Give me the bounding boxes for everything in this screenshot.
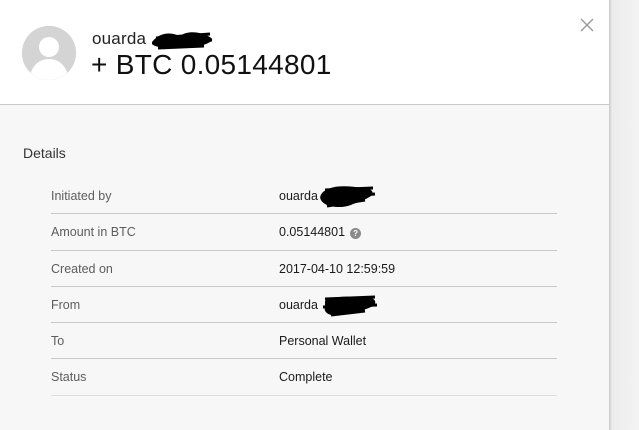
transaction-amount: + BTC 0.05144801 <box>91 49 332 80</box>
detail-row-status: Status Complete <box>51 359 557 396</box>
redaction-scribble <box>322 295 378 317</box>
close-icon[interactable] <box>578 16 596 34</box>
detail-value: Complete <box>279 370 333 385</box>
detail-value: 2017-04-10 12:59:59 <box>279 261 396 276</box>
detail-label: Created on <box>51 261 113 276</box>
details-heading: Details <box>23 145 66 161</box>
amount-value: 0.05144801 <box>279 225 346 240</box>
detail-value: Personal Wallet <box>279 334 367 349</box>
detail-value: ouarda <box>279 297 318 312</box>
redaction-scribble <box>320 186 376 208</box>
background-strip <box>609 0 639 430</box>
detail-label: To <box>51 334 65 349</box>
detail-row-initiated-by: Initiated by ouarda <box>51 178 557 215</box>
help-icon[interactable]: ? <box>350 228 362 240</box>
detail-row-from: From ouarda <box>51 287 557 324</box>
detail-label: Status <box>51 370 87 385</box>
user-name: ouarda <box>92 29 147 48</box>
avatar <box>22 26 76 80</box>
detail-label: From <box>51 297 81 312</box>
detail-label: Amount in BTC <box>51 225 136 240</box>
modal-header: ouarda + BTC 0.05144801 <box>0 0 609 105</box>
detail-value: 0.05144801? <box>279 225 362 240</box>
detail-value: ouarda <box>279 189 318 203</box>
details-table: Initiated by ouarda Amount in BTC 0.0514… <box>51 178 557 396</box>
transaction-detail-modal: ouarda + BTC 0.05144801 Details Initiate… <box>0 0 609 430</box>
detail-label: Initiated by <box>51 189 112 203</box>
detail-row-created-on: Created on 2017-04-10 12:59:59 <box>51 251 557 287</box>
detail-row-amount: Amount in BTC 0.05144801? <box>51 214 557 251</box>
detail-row-to: To Personal Wallet <box>51 323 557 360</box>
